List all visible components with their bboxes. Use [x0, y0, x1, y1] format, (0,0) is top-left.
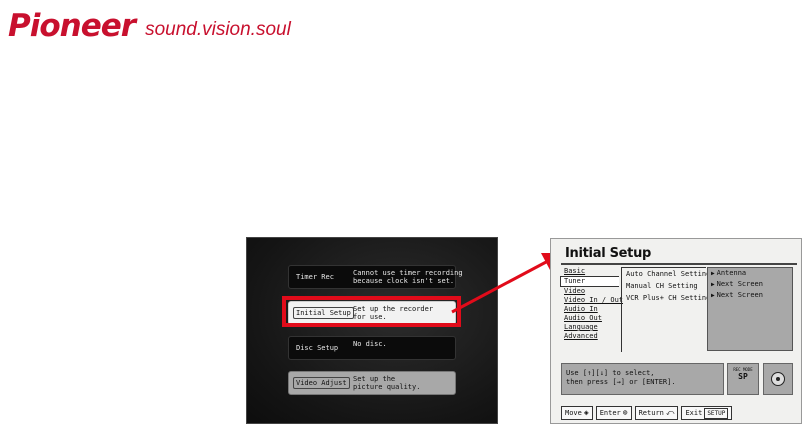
category-list: Basic Tuner Video Video In / Out Audio I…: [560, 267, 623, 341]
suboption-panel: ▶ Antenna ▶ Next Screen ▶ Next Screen: [707, 267, 793, 351]
page-title: Initial Setup: [565, 246, 652, 261]
category-item-selected[interactable]: Tuner: [560, 276, 619, 287]
option-item[interactable]: VCR Plus+ CH Setting: [622, 292, 710, 304]
rec-mode-value: SP: [738, 372, 748, 381]
menu-item-label: Timer Rec: [296, 273, 334, 281]
category-item[interactable]: Advanced: [561, 332, 619, 341]
option-list: Auto Channel Setting Manual CH Setting V…: [621, 267, 710, 352]
move-button[interactable]: Move ◈: [561, 406, 593, 420]
category-item[interactable]: Language: [561, 323, 619, 332]
return-button[interactable]: Return ⤺: [634, 406, 679, 420]
disc-icon: [771, 372, 785, 386]
return-icon: ⤺: [665, 408, 675, 417]
rec-mode-indicator: REC MODE SP: [727, 363, 759, 395]
menu-item-disc-setup[interactable]: Disc Setup No disc.: [288, 336, 456, 360]
menu-item-timer-rec[interactable]: Timer Rec Cannot use timer recording bec…: [288, 265, 463, 289]
category-item[interactable]: Basic: [561, 267, 619, 276]
menu-item-description: No disc.: [353, 340, 387, 348]
play-triangle-icon: ▶: [711, 270, 715, 277]
help-text: Use [↑][↓] to select, then press [→] or …: [561, 363, 724, 395]
menu-item-label: Disc Setup: [296, 344, 339, 352]
disc-status: [763, 363, 793, 395]
option-item[interactable]: Manual CH Setting: [622, 280, 706, 292]
home-menu-screen: Timer Rec Cannot use timer recording bec…: [246, 237, 498, 424]
suboption-item[interactable]: ▶ Next Screen: [708, 279, 792, 290]
brand-tagline: sound.vision.soul: [145, 19, 291, 40]
play-triangle-icon: ▶: [711, 281, 715, 288]
selection-highlight: [282, 296, 461, 327]
play-triangle-icon: ▶: [711, 292, 715, 299]
menu-item-video-adjust[interactable]: Video Adjust Set up the picture quality.: [288, 371, 456, 395]
arrows-icon: ◈: [583, 408, 589, 417]
category-item[interactable]: Video In / Out: [561, 296, 623, 305]
brand-header: Pioneer sound.vision.soul: [8, 6, 291, 42]
navigation-bar: Move ◈ Enter ⊚ Return ⤺ Exit SETUP: [561, 406, 797, 420]
enter-icon: ⊚: [622, 408, 628, 417]
exit-button[interactable]: Exit SETUP: [681, 406, 733, 420]
category-item[interactable]: Video: [561, 287, 619, 296]
title-divider: [561, 263, 797, 265]
setup-key-icon: SETUP: [704, 407, 729, 419]
category-item[interactable]: Audio Out: [561, 314, 619, 323]
menu-item-label: Video Adjust: [293, 377, 350, 389]
suboption-item[interactable]: ▶ Antenna: [708, 268, 792, 279]
enter-button[interactable]: Enter ⊚: [595, 406, 632, 420]
suboption-item[interactable]: ▶ Next Screen: [708, 290, 792, 301]
pioneer-logo: Pioneer: [8, 8, 136, 44]
menu-item-description: Set up the picture quality.: [353, 375, 421, 391]
initial-setup-screen: Initial Setup Basic Tuner Video Video In…: [550, 238, 802, 424]
option-item[interactable]: Auto Channel Setting: [622, 268, 710, 280]
menu-item-description: Cannot use timer recording because clock…: [353, 269, 463, 285]
category-item[interactable]: Audio In: [561, 305, 619, 314]
